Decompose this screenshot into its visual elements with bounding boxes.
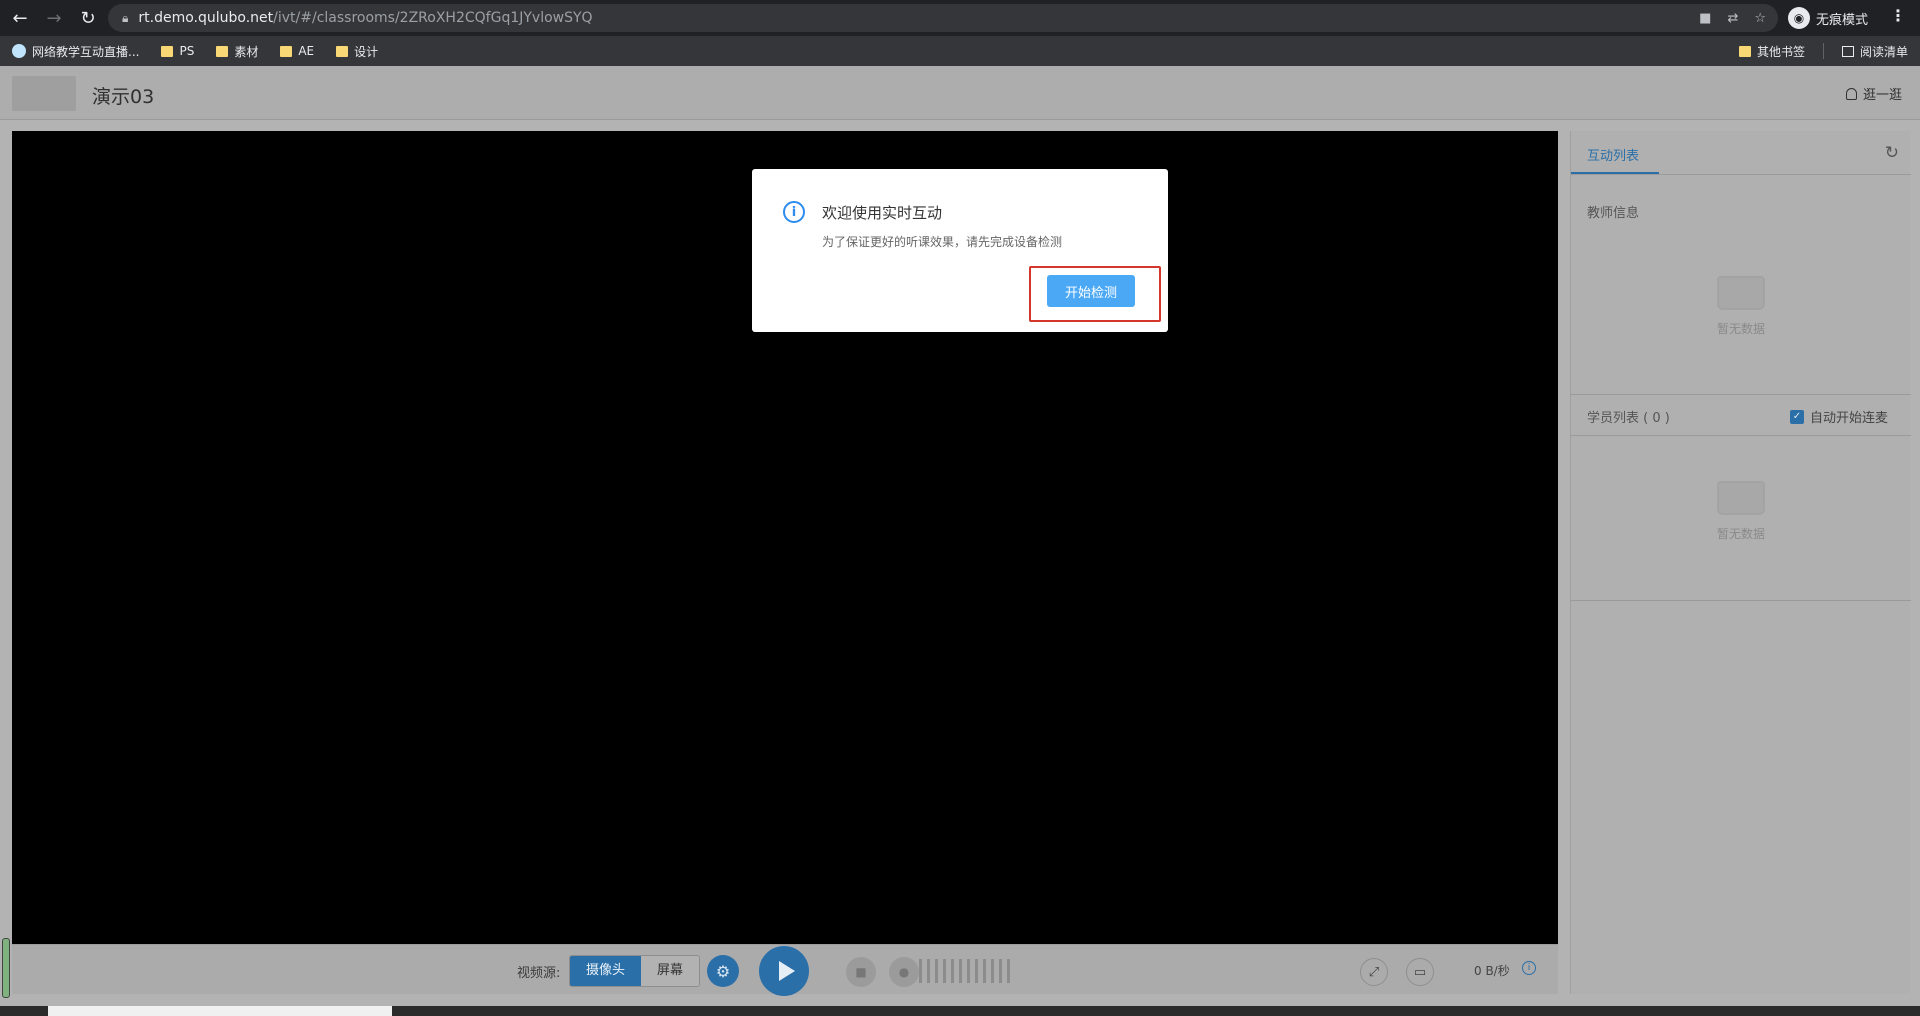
bookmark-label: 设计: [354, 44, 379, 59]
info-icon[interactable]: i: [1522, 961, 1536, 975]
folder-icon: [216, 45, 229, 57]
bookmark-label: PS: [179, 44, 195, 58]
app-header: 演示03 逛一逛: [0, 66, 1920, 120]
teacher-empty-state: 暂无数据: [1571, 276, 1911, 337]
lock-icon: 🔒︎: [122, 10, 129, 25]
bookmark-sucai[interactable]: 素材: [216, 43, 258, 60]
interaction-panel: 互动列表 ↻ 教师信息 暂无数据 学员列表 ( 0 ) ✓ 自动开始连麦 暂无数…: [1570, 131, 1911, 994]
incognito-label: 无痕模式: [1816, 12, 1869, 28]
divider: [1822, 43, 1824, 59]
screen-source-button[interactable]: 屏幕: [641, 956, 700, 986]
url-host: rt.demo.qulubo.net: [138, 10, 274, 26]
folder-icon: [280, 45, 293, 57]
empty-tray-icon: [1717, 276, 1765, 310]
empty-text: 暂无数据: [1716, 322, 1765, 336]
empty-text: 暂无数据: [1716, 527, 1765, 541]
folder-icon: [336, 45, 349, 57]
reading-list-icon: [1841, 45, 1854, 57]
url-path: /ivt/#/classrooms/2ZRoXH2CQfGq1JYvlowSYQ: [273, 10, 593, 26]
camera-source-button[interactable]: 摄像头: [570, 956, 642, 986]
video-source-toggle: 摄像头 屏幕: [569, 955, 701, 987]
incognito-indicator[interactable]: ◉ 无痕模式: [1788, 5, 1868, 31]
user-label: 逛一逛: [1862, 88, 1902, 103]
divider: [1571, 394, 1911, 395]
other-bookmarks[interactable]: 其他书签: [1738, 43, 1805, 60]
auto-connect-checkbox[interactable]: ✓ 自动开始连麦: [1789, 407, 1888, 426]
taskbar-strip: [0, 1006, 1920, 1016]
user-icon: [1845, 87, 1857, 100]
start-check-button[interactable]: 开始检测: [1047, 275, 1135, 307]
students-empty-state: 暂无数据: [1571, 481, 1911, 542]
browser-menu-icon[interactable]: ⋮: [1890, 6, 1906, 25]
camera-blocked-icon[interactable]: ■: [1699, 11, 1711, 26]
welcome-dialog: i 欢迎使用实时互动 为了保证更好的听课效果，请先完成设备检测 开始检测: [752, 169, 1168, 332]
bitrate-readout: 0 B/秒: [1474, 964, 1510, 978]
cloud-icon: [12, 44, 26, 58]
browser-toolbar: ← → ↻ 🔒︎ rt.demo.qulubo.net /ivt/#/class…: [0, 0, 1920, 36]
video-toolbar: 视频源: 摄像头 屏幕 ⚙ ■ ● ⤢ ▭ 0 B/秒 i: [12, 944, 1558, 996]
logo: [12, 76, 76, 111]
bookmark-design[interactable]: 设计: [336, 43, 378, 60]
translate-icon[interactable]: ⇄: [1727, 11, 1738, 26]
divider: [1571, 435, 1911, 436]
reload-icon[interactable]: ↻: [74, 4, 102, 32]
panel-tabs: 互动列表 ↻: [1571, 131, 1911, 175]
refresh-icon[interactable]: ↻: [1885, 143, 1899, 163]
audio-level-meter: [919, 959, 1010, 983]
user-menu[interactable]: 逛一逛: [1845, 84, 1902, 103]
star-icon[interactable]: ☆: [1754, 11, 1766, 26]
play-button[interactable]: [759, 946, 809, 996]
volume-meter: [2, 938, 10, 998]
back-icon[interactable]: ←: [6, 4, 34, 32]
camera-icon[interactable]: ■: [846, 957, 876, 987]
tab-interaction-list[interactable]: 互动列表: [1587, 145, 1639, 164]
bookmark-ae[interactable]: AE: [280, 44, 314, 58]
bookmark-label: 素材: [234, 44, 259, 59]
taskbar-item: [48, 1006, 392, 1016]
auto-connect-label: 自动开始连麦: [1809, 411, 1888, 426]
tab-underline: [1571, 172, 1659, 174]
teacher-section-title: 教师信息: [1587, 206, 1640, 221]
microphone-icon[interactable]: ●: [889, 957, 919, 987]
reading-list[interactable]: 阅读清单: [1841, 43, 1908, 60]
empty-tray-icon: [1717, 481, 1765, 515]
divider: [1571, 600, 1911, 601]
play-icon: [778, 961, 795, 981]
video-source-label: 视频源:: [517, 966, 561, 981]
page-title: 演示03: [92, 86, 155, 108]
other-bookmarks-label: 其他书签: [1756, 44, 1805, 59]
dialog-message: 为了保证更好的听课效果，请先完成设备检测: [822, 235, 1063, 249]
bookmark-live[interactable]: 网络教学互动直播...: [12, 43, 139, 60]
reading-list-label: 阅读清单: [1859, 44, 1908, 59]
address-bar[interactable]: 🔒︎ rt.demo.qulubo.net /ivt/#/classrooms/…: [108, 4, 1778, 32]
fullscreen-icon[interactable]: ⤢: [1360, 958, 1388, 986]
folder-icon: [161, 45, 174, 57]
students-section-title: 学员列表 ( 0 ): [1587, 411, 1670, 426]
bookmark-label: 网络教学互动直播...: [32, 44, 140, 59]
dialog-title: 欢迎使用实时互动: [822, 204, 943, 222]
incognito-icon: ◉: [1788, 7, 1810, 29]
info-icon: i: [783, 201, 805, 223]
bookmarks-bar: 网络教学互动直播... PS 素材 AE 设计 其他书签 阅读清单: [0, 36, 1920, 66]
check-icon: ✓: [1789, 409, 1804, 424]
bookmark-label: AE: [298, 44, 315, 58]
screen-share-icon[interactable]: ▭: [1406, 958, 1434, 986]
bookmark-ps[interactable]: PS: [161, 44, 194, 58]
folder-icon: [1738, 45, 1751, 57]
forward-icon[interactable]: →: [40, 4, 68, 32]
gear-icon[interactable]: ⚙: [707, 955, 739, 987]
